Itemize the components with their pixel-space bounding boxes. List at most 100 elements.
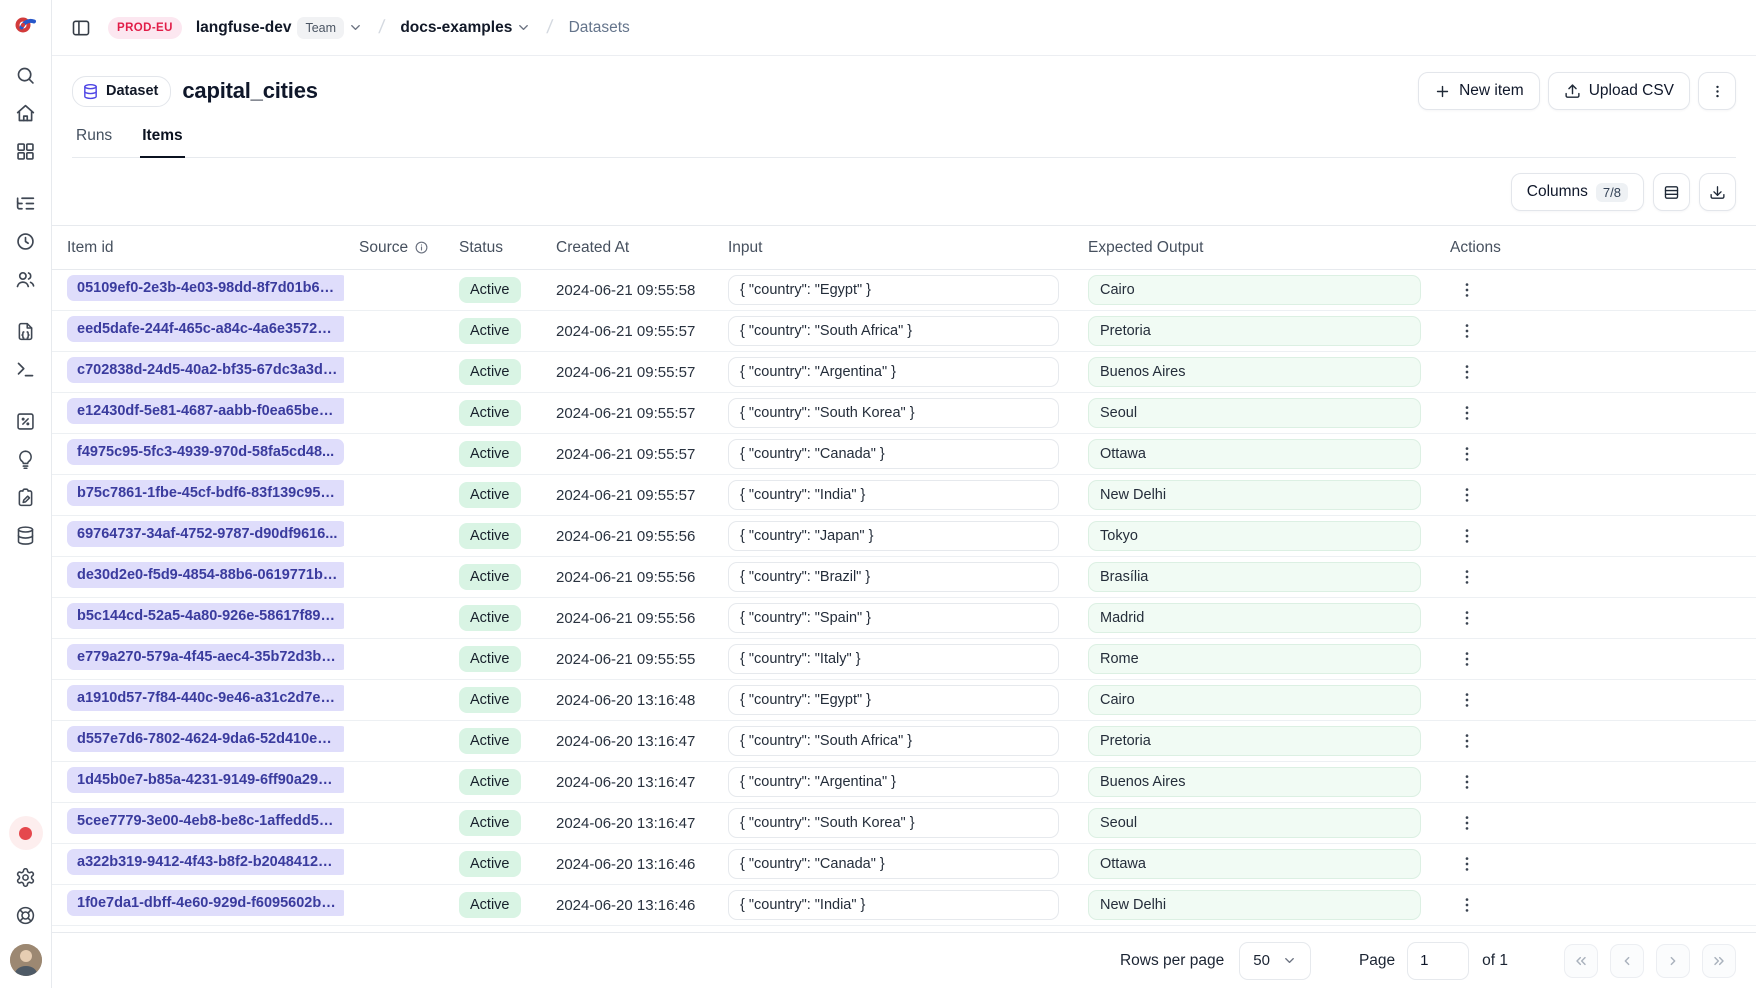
item-id-link[interactable]: c702838d-24d5-40a2-bf35-67dc3a3df... (67, 357, 344, 383)
row-actions-button[interactable] (1450, 314, 1484, 348)
kebab-menu-icon (1457, 895, 1477, 915)
expected-output-cell[interactable]: Seoul (1088, 808, 1421, 838)
input-cell[interactable]: { "country": "Canada" } (728, 849, 1059, 879)
input-cell[interactable]: { "country": "Spain" } (728, 603, 1059, 633)
previous-page-button[interactable] (1610, 944, 1644, 978)
expected-output-cell[interactable]: New Delhi (1088, 480, 1421, 510)
status-badge: Active (459, 605, 521, 631)
expected-output-cell[interactable]: Ottawa (1088, 439, 1421, 469)
expected-output-cell[interactable]: Pretoria (1088, 726, 1421, 756)
columns-button[interactable]: Columns 7/8 (1511, 173, 1644, 211)
tab-runs[interactable]: Runs (74, 127, 114, 157)
expected-output-cell[interactable]: Buenos Aires (1088, 357, 1421, 387)
row-actions-button[interactable] (1450, 396, 1484, 430)
input-cell[interactable]: { "country": "South Africa" } (728, 726, 1059, 756)
search-icon[interactable] (7, 56, 45, 94)
tracing-icon[interactable] (7, 184, 45, 222)
export-button[interactable] (1699, 173, 1736, 211)
expected-output-cell[interactable]: Cairo (1088, 685, 1421, 715)
next-page-button[interactable] (1656, 944, 1690, 978)
annotation-queue-icon[interactable] (7, 478, 45, 516)
expected-output-cell[interactable]: Rome (1088, 644, 1421, 674)
sessions-icon[interactable] (7, 222, 45, 260)
item-id-link[interactable]: e779a270-579a-4f45-aec4-35b72d3bff... (67, 644, 344, 670)
row-actions-button[interactable] (1450, 478, 1484, 512)
playground-icon[interactable] (7, 350, 45, 388)
expected-output-cell[interactable]: New Delhi (1088, 890, 1421, 920)
input-cell[interactable]: { "country": "India" } (728, 480, 1059, 510)
expected-output-cell[interactable]: Seoul (1088, 398, 1421, 428)
org-selector[interactable]: langfuse-dev Team (192, 17, 363, 39)
item-id-link[interactable]: 1d45b0e7-b85a-4231-9149-6ff90a294... (67, 767, 344, 793)
expected-output-cell[interactable]: Madrid (1088, 603, 1421, 633)
sidebar-toggle-icon[interactable] (64, 11, 98, 45)
input-cell[interactable]: { "country": "South Korea" } (728, 398, 1059, 428)
input-cell[interactable]: { "country": "Egypt" } (728, 685, 1059, 715)
expected-output-cell[interactable]: Buenos Aires (1088, 767, 1421, 797)
rows-per-page-select[interactable]: 50 (1239, 942, 1311, 980)
input-cell[interactable]: { "country": "India" } (728, 890, 1059, 920)
item-id-link[interactable]: b5c144cd-52a5-4a80-926e-58617f895... (67, 603, 344, 629)
item-id-link[interactable]: de30d2e0-f5d9-4854-88b6-0619771b8... (67, 562, 344, 588)
new-item-button[interactable]: New item (1418, 72, 1540, 110)
item-id-link[interactable]: e12430df-5e81-4687-aabb-f0ea65be8a... (67, 398, 344, 424)
row-actions-button[interactable] (1450, 724, 1484, 758)
record-indicator[interactable] (9, 816, 43, 850)
home-icon[interactable] (7, 94, 45, 132)
settings-icon[interactable] (7, 858, 45, 896)
item-id-link[interactable]: b75c7861-1fbe-45cf-bdf6-83f139c95539 (67, 480, 344, 506)
item-id-link[interactable]: 1f0e7da1-dbff-4e60-929d-f6095602bb... (67, 890, 344, 916)
prompts-icon[interactable] (7, 312, 45, 350)
row-height-button[interactable] (1653, 173, 1690, 211)
input-cell[interactable]: { "country": "Egypt" } (728, 275, 1059, 305)
input-cell[interactable]: { "country": "Italy" } (728, 644, 1059, 674)
row-actions-button[interactable] (1450, 683, 1484, 717)
row-actions-button[interactable] (1450, 806, 1484, 840)
input-cell[interactable]: { "country": "Canada" } (728, 439, 1059, 469)
row-actions-button[interactable] (1450, 888, 1484, 922)
item-id-link[interactable]: a1910d57-7f84-440c-9e46-a31c2d7e21... (67, 685, 344, 711)
input-cell[interactable]: { "country": "Argentina" } (728, 357, 1059, 387)
input-cell[interactable]: { "country": "Japan" } (728, 521, 1059, 551)
input-cell[interactable]: { "country": "South Africa" } (728, 316, 1059, 346)
row-actions-button[interactable] (1450, 560, 1484, 594)
input-cell[interactable]: { "country": "Argentina" } (728, 767, 1059, 797)
dashboard-icon[interactable] (7, 132, 45, 170)
row-actions-button[interactable] (1450, 437, 1484, 471)
users-icon[interactable] (7, 260, 45, 298)
row-actions-button[interactable] (1450, 519, 1484, 553)
row-actions-button[interactable] (1450, 847, 1484, 881)
item-id-link[interactable]: a322b319-9412-4f43-b8f2-b20484127f... (67, 849, 344, 875)
expected-output-cell[interactable]: Cairo (1088, 275, 1421, 305)
support-icon[interactable] (7, 896, 45, 934)
expected-output-cell[interactable]: Pretoria (1088, 316, 1421, 346)
datasets-icon[interactable] (7, 516, 45, 554)
user-avatar[interactable] (10, 944, 42, 976)
expected-output-cell[interactable]: Tokyo (1088, 521, 1421, 551)
tab-items[interactable]: Items (140, 127, 185, 158)
page-number-input[interactable] (1407, 942, 1469, 980)
expected-output-cell[interactable]: Brasília (1088, 562, 1421, 592)
row-actions-button[interactable] (1450, 273, 1484, 307)
first-page-button[interactable] (1564, 944, 1598, 978)
breadcrumb-datasets-link[interactable]: Datasets (569, 19, 630, 37)
item-id-link[interactable]: eed5dafe-244f-465c-a84c-4a6e357251... (67, 316, 344, 342)
last-page-button[interactable] (1702, 944, 1736, 978)
item-id-link[interactable]: 05109ef0-2e3b-4e03-98dd-8f7d01b61f... (67, 275, 344, 301)
more-actions-button[interactable] (1698, 72, 1736, 110)
input-cell[interactable]: { "country": "Brazil" } (728, 562, 1059, 592)
upload-csv-button[interactable]: Upload CSV (1548, 72, 1690, 110)
item-id-link[interactable]: 69764737-34af-4752-9787-d90df9616... (67, 521, 344, 547)
row-actions-button[interactable] (1450, 355, 1484, 389)
item-id-link[interactable]: f4975c95-5fc3-4939-970d-58fa5cd48... (67, 439, 344, 465)
row-actions-button[interactable] (1450, 642, 1484, 676)
input-cell[interactable]: { "country": "South Korea" } (728, 808, 1059, 838)
expected-output-cell[interactable]: Ottawa (1088, 849, 1421, 879)
row-actions-button[interactable] (1450, 765, 1484, 799)
item-id-link[interactable]: 5cee7779-3e00-4eb8-be8c-1affedd524... (67, 808, 344, 834)
evaluation-icon[interactable] (7, 402, 45, 440)
project-selector[interactable]: docs-examples (400, 19, 531, 37)
llm-as-judge-icon[interactable] (7, 440, 45, 478)
item-id-link[interactable]: d557e7d6-7802-4624-9da6-52d410ea5... (67, 726, 344, 752)
row-actions-button[interactable] (1450, 601, 1484, 635)
